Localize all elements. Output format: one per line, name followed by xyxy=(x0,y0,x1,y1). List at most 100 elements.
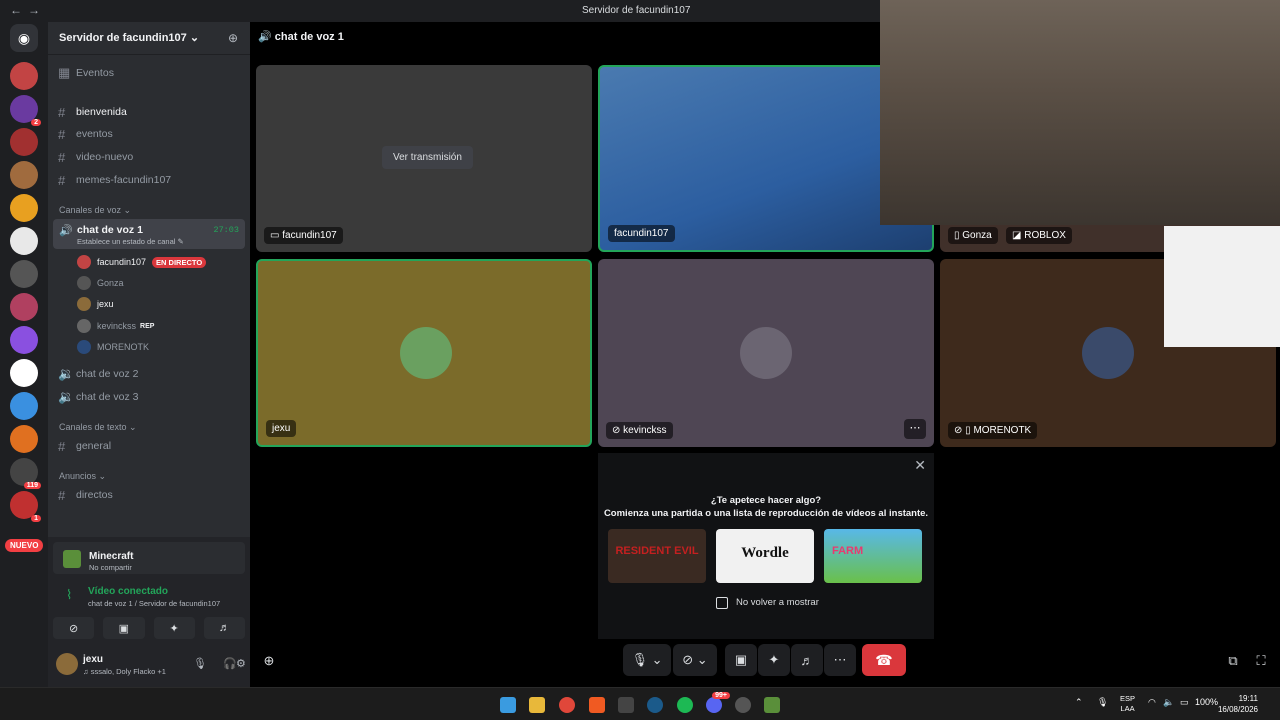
more-control[interactable]: ⋯ xyxy=(824,644,856,676)
game-farm[interactable]: FARM xyxy=(824,529,922,583)
text-category[interactable]: Canales de texto ⌄ xyxy=(59,422,137,433)
mic-tray-icon[interactable]: 🎙 xyxy=(1097,697,1108,708)
avatar[interactable] xyxy=(56,653,78,675)
hash-icon: # xyxy=(58,104,66,120)
screen-share-button[interactable]: ▣ xyxy=(103,617,145,639)
minecraft-icon[interactable] xyxy=(764,697,780,713)
webcam-overlay xyxy=(880,0,1280,225)
activity-card[interactable]: Minecraft No compartir xyxy=(53,542,245,574)
language-indicator[interactable]: ESP LAA xyxy=(1120,694,1135,714)
server-name[interactable]: Servidor de facundin107 ⌄ xyxy=(59,31,199,44)
channel-directos[interactable]: # directos xyxy=(58,486,113,504)
server-icon[interactable] xyxy=(10,227,38,255)
activities-control[interactable]: ✦ xyxy=(758,644,790,676)
tile-label: facundin107 xyxy=(608,225,675,242)
voice-user[interactable]: MORENOTK xyxy=(77,338,149,356)
voice-channel-active[interactable]: 🔊 chat de voz 1 Establece un estado de c… xyxy=(53,219,245,249)
events-item[interactable]: ▦ Eventos xyxy=(58,64,114,82)
brave-icon[interactable] xyxy=(589,697,605,713)
server-icon[interactable] xyxy=(10,194,38,222)
headphones-icon[interactable]: 🎧 xyxy=(223,657,237,670)
disconnect-button[interactable]: ☎ xyxy=(862,644,906,676)
popup-title: ¿Te apetece hacer algo? xyxy=(710,495,822,506)
server-icon[interactable]: 2 xyxy=(10,95,41,126)
lang-secondary: LAA xyxy=(1120,704,1135,713)
channel-label: bienvenida xyxy=(76,106,127,118)
battery-icon[interactable]: ▭ xyxy=(1180,697,1189,708)
voice-connected-title[interactable]: Vídeo conectado xyxy=(88,586,168,597)
channel-bienvenida[interactable]: # bienvenida xyxy=(58,103,127,121)
soundboard-button[interactable]: ♬ xyxy=(203,617,245,639)
chrome-icon[interactable] xyxy=(559,697,575,713)
voice-user-name: MORENOTK xyxy=(97,342,150,352)
tile-label: ▭ facundin107 xyxy=(264,227,343,244)
mic-control[interactable]: 🎙 ⌄ xyxy=(623,644,671,676)
avatar xyxy=(1082,327,1134,379)
gear-icon[interactable]: ⚙ xyxy=(236,657,246,670)
server-icon[interactable] xyxy=(10,161,38,189)
spotify-icon[interactable] xyxy=(677,697,693,713)
tray-overflow-icon[interactable]: ⌃ xyxy=(1075,697,1083,708)
voice-user[interactable]: jexu xyxy=(77,295,114,313)
channel-label: memes-facundin107 xyxy=(76,174,172,186)
server-icon[interactable]: 119 xyxy=(10,458,41,489)
voice-channel-3[interactable]: 🔉 chat de voz 3 xyxy=(58,388,138,406)
avatar xyxy=(77,297,91,311)
voice-user[interactable]: kevinckss REP xyxy=(77,317,155,335)
back-forward-icons[interactable]: ←→ xyxy=(10,3,46,17)
steam-icon[interactable] xyxy=(647,697,663,713)
popout-icon[interactable]: ⧉ xyxy=(1224,652,1242,670)
game-wordle[interactable]: Wordle xyxy=(716,529,814,583)
file-explorer-icon[interactable] xyxy=(529,697,545,713)
set-status-hint[interactable]: Establece un estado de canal ✎ xyxy=(77,237,184,246)
wifi-icon[interactable]: ◠ xyxy=(1148,697,1156,708)
camera-off-button[interactable]: ⊘ xyxy=(53,617,95,639)
video-tile[interactable]: ⊘ kevinckss ⋯ xyxy=(598,259,934,447)
announce-category[interactable]: Anuncios ⌄ xyxy=(59,471,106,482)
screen-share-control[interactable]: ▣ xyxy=(725,644,757,676)
server-icon[interactable]: 1 xyxy=(10,491,41,522)
discord-icon[interactable]: 99+ xyxy=(706,692,730,713)
close-icon[interactable]: ✕ xyxy=(914,457,926,474)
server-icon[interactable] xyxy=(10,260,38,288)
video-tile[interactable]: jexu xyxy=(256,259,592,447)
watch-stream-button[interactable]: Ver transmisión xyxy=(382,146,473,169)
server-icon[interactable] xyxy=(10,326,38,354)
voice-user[interactable]: Gonza xyxy=(77,274,124,292)
voice-user[interactable]: facundin107 EN DIRECTO xyxy=(77,253,207,271)
game-resident-evil[interactable]: RESIDENT EVIL xyxy=(608,529,706,583)
clock[interactable]: 19:11 16/08/2026 xyxy=(1218,693,1258,715)
add-member-icon[interactable]: ⊕ xyxy=(228,31,238,45)
dont-show-label[interactable]: No volver a mostrar xyxy=(736,597,819,608)
voice-channel-2[interactable]: 🔉 chat de voz 2 xyxy=(58,365,138,383)
server-icon[interactable] xyxy=(10,392,38,420)
volume-icon[interactable]: 🔈 xyxy=(1163,697,1174,708)
channel-video-nuevo[interactable]: # video-nuevo xyxy=(58,148,133,166)
hash-icon: # xyxy=(58,438,66,454)
add-person-icon[interactable]: ⊕ xyxy=(258,652,280,670)
discord-home-icon[interactable]: ◉ xyxy=(10,24,38,52)
windows-start-icon[interactable] xyxy=(500,697,516,713)
dont-show-checkbox[interactable] xyxy=(716,597,728,609)
more-options-button[interactable]: ⋯ xyxy=(904,419,926,439)
soundboard-control[interactable]: ♬ xyxy=(791,644,823,676)
camera-control[interactable]: ⊘ ⌄ xyxy=(673,644,717,676)
app-icon[interactable] xyxy=(735,697,751,713)
new-badge[interactable]: NUEVO xyxy=(5,539,44,552)
mic-icon[interactable]: 🎙 xyxy=(193,657,207,670)
window-title: Servidor de facundin107 xyxy=(582,5,691,16)
server-icon[interactable] xyxy=(10,128,38,156)
activities-button[interactable]: ✦ xyxy=(153,617,195,639)
server-icon[interactable] xyxy=(10,62,38,90)
fullscreen-icon[interactable]: ⛶ xyxy=(1252,652,1270,670)
server-icon[interactable] xyxy=(10,425,38,453)
channel-general[interactable]: # general xyxy=(58,437,111,455)
voice-connected-sub[interactable]: chat de voz 1 / Servidor de facundin107 xyxy=(88,599,220,608)
channel-eventos[interactable]: # eventos xyxy=(58,125,113,143)
server-icon[interactable] xyxy=(10,359,38,387)
server-icon[interactable] xyxy=(10,293,38,321)
video-tile[interactable]: Ver transmisión ▭ facundin107 xyxy=(256,65,592,252)
channel-memes[interactable]: # memes-facundin107 xyxy=(58,171,171,189)
notion-icon[interactable] xyxy=(618,697,634,713)
voice-category[interactable]: Canales de voz ⌄ xyxy=(59,205,131,216)
